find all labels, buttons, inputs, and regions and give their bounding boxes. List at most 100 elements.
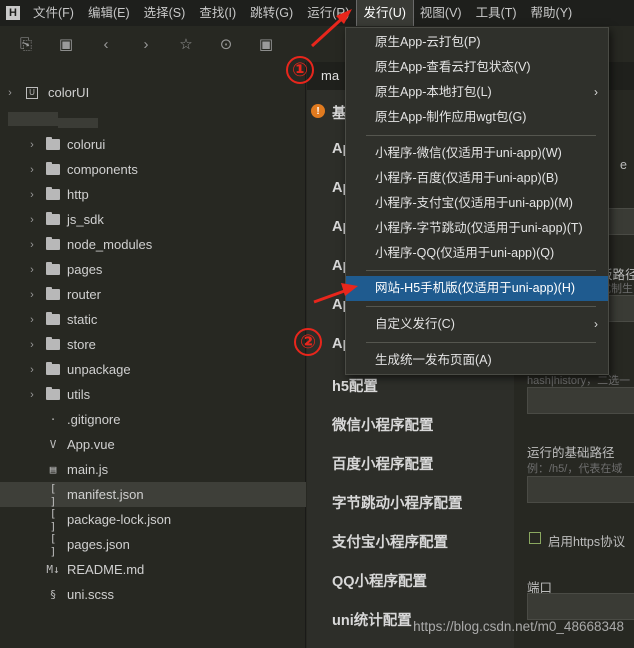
publish-menu-item-label: 小程序-字节跳动(仅适用于uni-app)(T) xyxy=(375,221,583,235)
publish-menu-item[interactable]: 小程序-QQ(仅适用于uni-app)(Q) xyxy=(346,241,608,266)
publish-menu-item[interactable]: 原生App-制作应用wgt包(G) xyxy=(346,105,608,130)
folder-item[interactable]: › router xyxy=(0,282,306,307)
base-path-label: 运行的基础路径 xyxy=(527,446,615,460)
tree-item-label: components xyxy=(67,162,138,177)
menu-tools[interactable]: 工具(T) xyxy=(469,0,524,26)
config-nav-item[interactable]: h5配置 xyxy=(332,375,378,396)
file-item[interactable]: [ ] pages.json xyxy=(0,532,306,558)
menu-file[interactable]: 文件(F) xyxy=(26,0,81,26)
config-nav-item[interactable]: 微信小程序配置 xyxy=(332,414,434,435)
config-nav-item[interactable]: 百度小程序配置 xyxy=(332,453,434,474)
base-path-hint: 例：/h5/，代表在域 xyxy=(527,463,623,475)
back-icon[interactable]: ‹ xyxy=(86,26,126,62)
tree-item-label: unpackage xyxy=(67,362,131,377)
project-root[interactable]: › U colorUI xyxy=(0,80,306,105)
tree-item-label: static xyxy=(67,312,98,327)
publish-menu-item[interactable]: 生成统一发布页面(A) xyxy=(346,348,608,373)
hbuilder-logo-icon: H xyxy=(0,0,26,26)
folder-item[interactable]: › node_modules xyxy=(0,232,306,257)
chevron-right-icon[interactable]: › xyxy=(26,389,38,401)
config-nav-item[interactable]: uni统计配置 xyxy=(332,609,412,630)
folder-icon xyxy=(46,262,60,275)
tree-item-label: router xyxy=(67,287,101,302)
menu-goto[interactable]: 跳转(G) xyxy=(243,0,300,26)
tree-item-label: App.vue xyxy=(67,437,115,452)
config-nav-item[interactable]: QQ小程序配置 xyxy=(332,570,427,591)
folder-icon xyxy=(46,362,60,375)
base-path-input[interactable] xyxy=(527,476,634,503)
publish-menu-item[interactable]: 小程序-百度(仅适用于uni-app)(B) xyxy=(346,166,608,191)
config-nav-item[interactable]: 支付宝小程序配置 xyxy=(332,531,448,552)
new-file-icon[interactable]: ⎘ xyxy=(6,26,46,62)
chevron-right-icon[interactable]: › xyxy=(26,139,38,151)
file-item[interactable]: V App.vue xyxy=(0,432,306,457)
file-item[interactable]: [ ] manifest.json xyxy=(0,481,306,508)
menu-help[interactable]: 帮助(Y) xyxy=(524,0,580,26)
star-icon[interactable]: ☆ xyxy=(166,26,206,62)
publish-menu-item-label: 自定义发行(C) xyxy=(375,317,455,331)
folder-item[interactable]: › components xyxy=(0,157,306,182)
https-checkbox[interactable] xyxy=(529,532,541,544)
folder-item[interactable]: › utils xyxy=(0,382,306,407)
publish-icon[interactable]: ▣ xyxy=(246,26,286,62)
menu-edit[interactable]: 编辑(E) xyxy=(81,0,137,26)
tree-item-label: uni.scss xyxy=(67,587,114,602)
config-nav-item[interactable]: 字节跳动小程序配置 xyxy=(332,492,463,513)
tree-item-label: pages.json xyxy=(67,537,130,552)
publish-menu-item[interactable]: 原生App-本地打包(L) › xyxy=(346,80,608,105)
blurred-region xyxy=(8,112,58,126)
publish-menu-item[interactable]: 自定义发行(C) › xyxy=(346,312,608,337)
forward-icon[interactable]: › xyxy=(126,26,166,62)
folder-item[interactable]: › http xyxy=(0,182,306,207)
file-item[interactable]: · .gitignore xyxy=(0,407,306,432)
chevron-right-icon[interactable]: › xyxy=(26,189,38,201)
form-hint-top: e xyxy=(620,158,627,172)
folder-item[interactable]: › unpackage xyxy=(0,357,306,382)
chevron-right-icon[interactable]: › xyxy=(26,364,38,376)
publish-menu-item[interactable]: 原生App-云打包(P) xyxy=(346,30,608,55)
folder-item[interactable]: › store xyxy=(0,332,306,357)
chevron-right-icon[interactable]: › xyxy=(26,214,38,226)
publish-menu-item-label: 小程序-百度(仅适用于uni-app)(B) xyxy=(375,171,559,185)
publish-menu-item[interactable]: 小程序-支付宝(仅适用于uni-app)(M) xyxy=(346,191,608,216)
menu-select[interactable]: 选择(S) xyxy=(137,0,193,26)
tab-manifest[interactable]: ma xyxy=(321,62,339,90)
file-icon: [ ] xyxy=(49,481,57,508)
publish-menu-item[interactable]: 小程序-字节跳动(仅适用于uni-app)(T) xyxy=(346,216,608,241)
tree-item-label: package-lock.json xyxy=(67,512,172,527)
menu-run[interactable]: 运行(R) xyxy=(300,0,356,26)
file-item[interactable]: M↓ README.md xyxy=(0,557,306,582)
file-icon: § xyxy=(49,588,57,601)
publish-menu-item-label: 原生App-云打包(P) xyxy=(375,35,481,49)
menu-publish[interactable]: 发行(U) xyxy=(355,0,414,27)
menu-view[interactable]: 视图(V) xyxy=(413,0,469,26)
chevron-right-icon[interactable]: › xyxy=(26,289,38,301)
chevron-right-icon[interactable]: › xyxy=(26,164,38,176)
folder-item[interactable]: › pages xyxy=(0,257,306,282)
file-item[interactable]: [ ] package-lock.json xyxy=(0,507,306,533)
folder-icon xyxy=(46,187,60,200)
tree-item-label: js_sdk xyxy=(67,212,104,227)
folder-item[interactable]: › colorui xyxy=(0,132,306,157)
folder-item[interactable]: › js_sdk xyxy=(0,207,306,232)
chevron-right-icon[interactable]: › xyxy=(26,264,38,276)
publish-menu-item[interactable]: 网站-H5手机版(仅适用于uni-app)(H) xyxy=(346,276,608,301)
chevron-right-icon[interactable]: › xyxy=(26,339,38,351)
chevron-right-icon[interactable]: › xyxy=(26,314,38,326)
publish-menu-item-label: 原生App-本地打包(L) xyxy=(375,85,492,99)
publish-menu-item[interactable]: 原生App-查看云打包状态(V) xyxy=(346,55,608,80)
save-icon[interactable]: ▣ xyxy=(46,26,86,62)
history-input[interactable] xyxy=(527,387,634,414)
publish-menu-item-label: 原生App-制作应用wgt包(G) xyxy=(375,110,527,124)
file-item[interactable]: § uni.scss xyxy=(0,582,306,607)
submenu-arrow-icon: › xyxy=(594,85,598,99)
port-input[interactable] xyxy=(527,593,634,620)
menu-separator xyxy=(366,135,596,136)
file-item[interactable]: ▤ main.js xyxy=(0,457,306,482)
publish-menu-item[interactable]: 小程序-微信(仅适用于uni-app)(W) xyxy=(346,141,608,166)
menu-find[interactable]: 查找(I) xyxy=(192,0,243,26)
folder-item[interactable]: › static xyxy=(0,307,306,332)
chevron-right-icon[interactable]: › xyxy=(26,239,38,251)
chevron-right-icon[interactable]: › xyxy=(4,87,16,99)
run-icon[interactable]: ⊙ xyxy=(206,26,246,62)
